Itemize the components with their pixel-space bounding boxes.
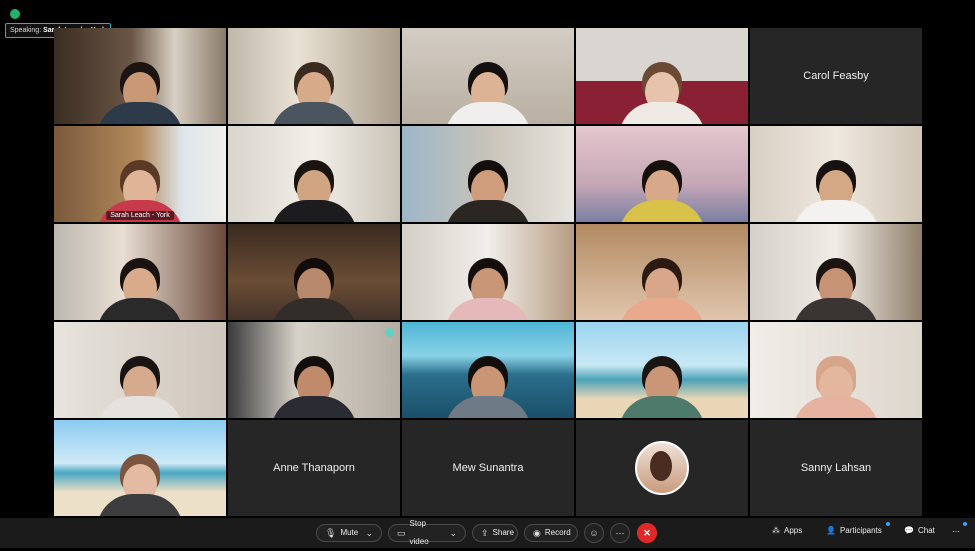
participant-name: Anne Thanaporn: [273, 462, 355, 474]
ellipsis-icon: ⋯: [615, 528, 625, 538]
mute-button[interactable]: 🎙 Mute ⌄: [316, 524, 382, 542]
speaking-prefix: Speaking:: [10, 27, 42, 34]
video-camera-icon: ▭: [397, 528, 406, 538]
reaction-icon: [385, 328, 394, 337]
smiley-icon: ☺: [589, 528, 599, 538]
video-tile[interactable]: [576, 126, 748, 222]
reactions-button[interactable]: ☺: [584, 523, 604, 543]
participants-button[interactable]: 👤 Participants: [826, 526, 882, 535]
video-tile[interactable]: [54, 224, 226, 320]
record-icon: ◉: [533, 528, 541, 538]
share-icon: ⇪: [481, 528, 489, 538]
video-tile[interactable]: [228, 126, 400, 222]
video-gallery: Carol Feasby Sarah Leach - York Anne Tha…: [54, 28, 922, 518]
video-tile[interactable]: Anne Thanaporn: [228, 420, 400, 516]
video-tile[interactable]: [228, 322, 400, 418]
mute-label: Mute: [340, 528, 359, 537]
close-icon: ✕: [643, 528, 651, 538]
video-tile[interactable]: [402, 28, 574, 124]
share-label: Share: [492, 528, 514, 537]
video-tile[interactable]: [576, 224, 748, 320]
apps-label: Apps: [784, 526, 803, 535]
video-tile[interactable]: [402, 224, 574, 320]
video-tile[interactable]: [228, 28, 400, 124]
record-button[interactable]: ◉ Record: [524, 524, 578, 542]
security-shield-icon[interactable]: [10, 9, 20, 19]
video-tile[interactable]: [402, 126, 574, 222]
share-button[interactable]: ⇪ Share: [472, 524, 518, 542]
video-tile[interactable]: Mew Sunantra: [402, 420, 574, 516]
video-tile[interactable]: [576, 420, 748, 516]
chat-label: Chat: [917, 526, 935, 535]
end-call-button[interactable]: ✕: [637, 523, 657, 543]
meeting-controls-bar: 🎙 Mute ⌄ ▭ Stop video ⌄ ⇪ Share ◉ Record…: [0, 518, 975, 548]
chevron-down-icon[interactable]: ⌄: [449, 524, 457, 542]
chat-notification-dot: [963, 522, 967, 526]
video-tile[interactable]: [750, 126, 922, 222]
video-tile-active-speaker[interactable]: Sarah Leach - York: [54, 126, 226, 222]
apps-icon: ⁂: [772, 526, 780, 535]
video-tile[interactable]: [54, 420, 226, 516]
more-options-button[interactable]: ⋯: [610, 523, 630, 543]
video-tile[interactable]: [54, 322, 226, 418]
chat-bubble-icon: 💬: [904, 526, 914, 535]
microphone-icon: 🎙: [325, 528, 337, 538]
participant-name-tag: Sarah Leach - York: [106, 211, 174, 220]
video-tile[interactable]: [54, 28, 226, 124]
video-tile[interactable]: Carol Feasby: [750, 28, 922, 124]
video-tile[interactable]: [750, 322, 922, 418]
avatar: [635, 441, 689, 495]
participants-notification-dot: [886, 522, 890, 526]
video-tile[interactable]: [576, 28, 748, 124]
chat-button[interactable]: 💬 Chat: [904, 526, 935, 535]
video-tile[interactable]: [576, 322, 748, 418]
participant-name: Sanny Lahsan: [800, 462, 872, 474]
participant-name: Mew Sunantra: [452, 462, 524, 474]
video-tile[interactable]: [228, 224, 400, 320]
video-tile[interactable]: [402, 322, 574, 418]
video-tile[interactable]: Sanny Lahsan: [750, 420, 922, 516]
participant-name: Carol Feasby: [803, 70, 869, 82]
stop-video-button[interactable]: ▭ Stop video ⌄: [388, 519, 466, 546]
chevron-down-icon[interactable]: ⌄: [365, 524, 373, 542]
video-tile[interactable]: [750, 224, 922, 320]
stop-video-label: Stop video: [409, 519, 429, 546]
apps-button[interactable]: ⁂ Apps: [772, 526, 802, 535]
participants-icon: 👤: [826, 526, 836, 535]
ellipsis-icon: ⋯: [952, 527, 960, 536]
participants-label: Participants: [839, 526, 882, 535]
record-label: Record: [544, 528, 571, 537]
more-panel-button[interactable]: ⋯: [952, 527, 960, 536]
